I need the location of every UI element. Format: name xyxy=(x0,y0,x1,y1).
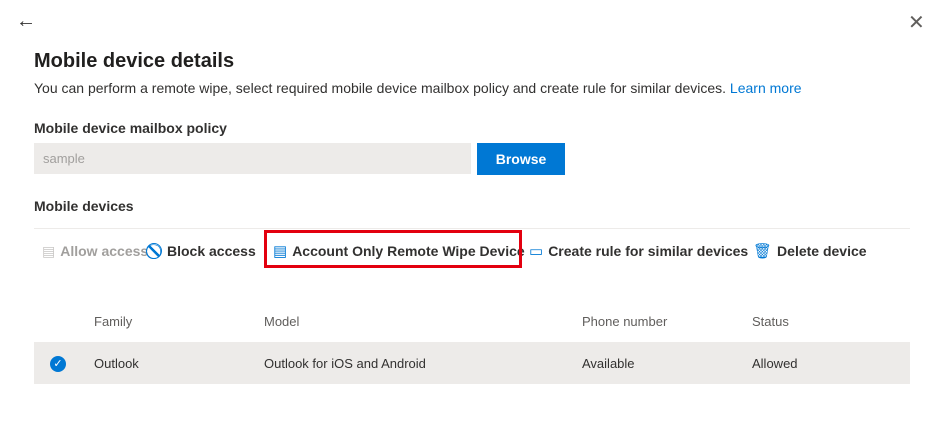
delete-device-button[interactable]: 🗑 Delete device xyxy=(753,241,867,261)
block-access-button[interactable]: ⃠Block access xyxy=(146,241,256,261)
column-header-family[interactable]: Family xyxy=(94,314,132,329)
policy-label: Mobile device mailbox policy xyxy=(34,120,227,136)
cell-status: Allowed xyxy=(752,356,798,371)
learn-more-link[interactable]: Learn more xyxy=(730,80,802,96)
rule-add-icon: ▭ xyxy=(529,243,544,260)
allow-access-label: Allow access xyxy=(60,243,149,259)
create-rule-button[interactable]: ▭ Create rule for similar devices xyxy=(529,241,748,261)
cell-model: Outlook for iOS and Android xyxy=(264,356,426,371)
column-header-status[interactable]: Status xyxy=(752,314,789,329)
allow-access-button[interactable]: ▤ Allow access xyxy=(42,241,148,261)
mobile-devices-label: Mobile devices xyxy=(34,198,134,214)
block-access-label: Block access xyxy=(167,243,256,259)
block-circle-icon xyxy=(146,243,162,259)
cell-phone: Available xyxy=(582,356,635,371)
column-header-model[interactable]: Model xyxy=(264,314,299,329)
description-text: You can perform a remote wipe, select re… xyxy=(34,80,727,96)
document-icon: ▤ xyxy=(42,242,56,259)
page-title: Mobile device details xyxy=(34,50,235,72)
delete-device-label: Delete device xyxy=(777,243,867,259)
description: You can perform a remote wipe, select re… xyxy=(34,80,802,96)
highlight-box xyxy=(264,230,522,268)
cell-family: Outlook xyxy=(94,356,139,371)
trash-icon: 🗑 xyxy=(753,243,773,260)
column-header-phone[interactable]: Phone number xyxy=(582,314,667,329)
divider xyxy=(34,228,910,229)
close-icon[interactable]: ✕ xyxy=(908,10,925,35)
policy-input[interactable]: sample xyxy=(34,143,471,174)
create-rule-label: Create rule for similar devices xyxy=(548,243,749,259)
back-arrow-icon[interactable]: ← xyxy=(16,10,36,33)
browse-button[interactable]: Browse xyxy=(477,143,565,175)
row-checkbox-checked-icon[interactable]: ✓ xyxy=(50,356,66,372)
